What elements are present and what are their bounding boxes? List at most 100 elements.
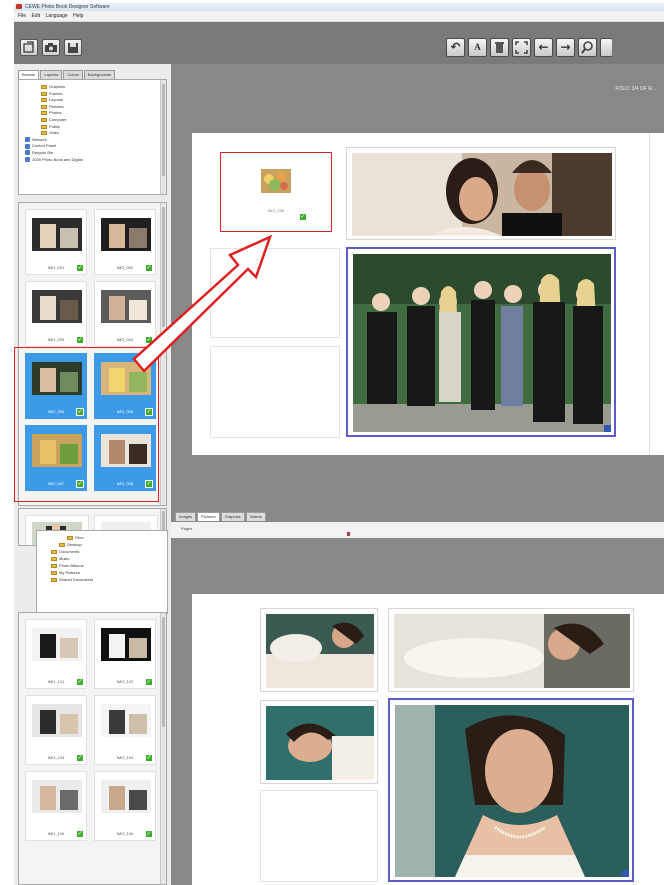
next-button[interactable]: →: [556, 38, 575, 57]
camera-button[interactable]: [42, 39, 60, 56]
album-page-spread-2: [192, 594, 664, 885]
tree-node[interactable]: Frames: [41, 91, 63, 96]
tree-node[interactable]: Shared Documents: [51, 577, 93, 582]
tree-node[interactable]: Video: [41, 130, 59, 135]
bride-photo-main: [395, 705, 629, 877]
menu-file[interactable]: File: [18, 13, 26, 19]
thumbnail-image: [101, 628, 151, 661]
tree-node-label: 2009 Photo Book and Digital: [32, 156, 83, 162]
tree-node[interactable]: Public: [41, 124, 60, 129]
photo-frame-bride-main[interactable]: [388, 698, 634, 882]
tree-node-label: Pictures: [49, 103, 64, 109]
photo-frame-bride-2[interactable]: [388, 608, 634, 692]
folder-icon: [41, 131, 47, 136]
text-icon: A: [474, 42, 481, 52]
tree-node[interactable]: Computer: [41, 117, 67, 122]
tree-node[interactable]: Network: [25, 137, 47, 143]
tree-node-label: Layouts: [49, 97, 64, 103]
thumbnail[interactable]: IMG_105 ✓: [25, 771, 87, 841]
folder-icon: [41, 117, 47, 122]
thumbnail[interactable]: IMG_104 ✓: [94, 695, 156, 765]
text-button[interactable]: A: [468, 38, 487, 57]
menu-language[interactable]: Language: [45, 13, 67, 19]
marker: [347, 532, 350, 536]
empty-photo-slot[interactable]: [260, 790, 378, 882]
tab-pictures[interactable]: Pictures: [197, 512, 220, 521]
thumbnail[interactable]: IMG_102 ✓: [94, 619, 156, 689]
folder-tree-scrollbar[interactable]: [160, 80, 166, 194]
thumbnail-list-2-scrollbar[interactable]: [160, 613, 166, 884]
folder-icon: [67, 535, 73, 540]
dropped-photo-slot[interactable]: IMG_006 ✓: [220, 152, 332, 232]
folder-icon: [25, 143, 30, 149]
tree-node[interactable]: Graphics: [41, 84, 65, 89]
fit-button[interactable]: [512, 38, 531, 57]
delete-button[interactable]: [490, 38, 509, 57]
folder-icon: [51, 577, 57, 582]
tree-node[interactable]: Photos: [41, 110, 61, 115]
thumbnail[interactable]: IMG_001 ✓: [25, 209, 87, 275]
menu-help[interactable]: Help: [73, 13, 83, 19]
dropped-photo: [259, 167, 293, 195]
thumbnail-image: [32, 780, 82, 813]
previous-button[interactable]: ←: [534, 38, 553, 57]
camera-icon: [45, 43, 57, 52]
tab-graphics[interactable]: Graphics: [220, 512, 245, 521]
photo-frame-group[interactable]: [346, 247, 616, 437]
tab-images[interactable]: Images: [175, 512, 197, 521]
page-header-label: FOLD: 3/4 OF R...: [615, 86, 656, 92]
tree-node[interactable]: 2009 Photo Book and Digital: [25, 156, 83, 163]
group-photo: [353, 254, 611, 432]
more-button[interactable]: [600, 38, 612, 57]
thumbnail-image: [32, 218, 82, 251]
tab-videos[interactable]: Videos: [245, 512, 266, 521]
thumbnail[interactable]: IMG_003 ✓: [25, 281, 87, 347]
folder-icon: [41, 84, 47, 89]
photo-frame-couple[interactable]: [346, 147, 616, 240]
thumbnail[interactable]: IMG_106 ✓: [94, 771, 156, 841]
folder-icon: [25, 137, 30, 143]
thumbnail[interactable]: IMG_103 ✓: [25, 695, 87, 765]
tree-node[interactable]: My Pictures: [51, 570, 80, 575]
tree-node[interactable]: Layouts: [41, 97, 63, 102]
resize-handle[interactable]: [604, 425, 611, 432]
zoom-button[interactable]: [578, 38, 597, 57]
tab-layouts[interactable]: Layouts: [40, 70, 63, 79]
folder-icon: [41, 111, 47, 116]
bottom-panel-strip: Pages: [171, 522, 664, 538]
tree-node[interactable]: Photo Albums: [51, 563, 84, 568]
tree-node-label: Desktop: [67, 542, 82, 547]
tree-node[interactable]: Recycle Bin: [25, 150, 53, 156]
menu-edit[interactable]: Edit: [31, 13, 40, 19]
next-icon: →: [560, 40, 571, 54]
tab-browse[interactable]: Browse: [18, 70, 40, 79]
tree-node[interactable]: Pictures: [41, 104, 63, 109]
import-button[interactable]: [20, 39, 38, 56]
tree-node[interactable]: Music: [51, 556, 69, 561]
tree-node-label: Graphics: [49, 84, 66, 89]
tree-node-label: Photos: [49, 110, 62, 116]
tree-node[interactable]: Control Panel: [25, 143, 56, 149]
folder-icon: [51, 563, 57, 568]
photo-frame-bride-3[interactable]: [260, 700, 378, 784]
tree-node[interactable]: Files: [67, 535, 83, 540]
undo-button[interactable]: ↶: [446, 38, 465, 57]
tab-backgrounds[interactable]: Backgrounds: [83, 70, 116, 79]
save-button[interactable]: [64, 39, 82, 56]
check-icon: ✓: [76, 754, 84, 762]
check-icon: ✓: [145, 830, 153, 838]
zoom-icon: [581, 41, 593, 54]
tree-node[interactable]: Desktop: [59, 542, 82, 547]
folder-icon: [51, 549, 57, 554]
tree-node[interactable]: Documents: [51, 549, 79, 554]
check-icon: ✓: [145, 678, 153, 686]
bottom-panel-tabs: Images Pictures Graphics Videos: [175, 512, 267, 522]
tab-colors[interactable]: Colors: [63, 70, 83, 79]
save-icon: [68, 43, 78, 53]
fit-icon: [515, 41, 528, 54]
thumbnail-image: [32, 628, 82, 661]
resize-handle[interactable]: [622, 870, 629, 877]
photo-frame-bride-1[interactable]: [260, 608, 378, 692]
thumbnail[interactable]: IMG_101 ✓: [25, 619, 87, 689]
folder-icon: [25, 150, 30, 156]
